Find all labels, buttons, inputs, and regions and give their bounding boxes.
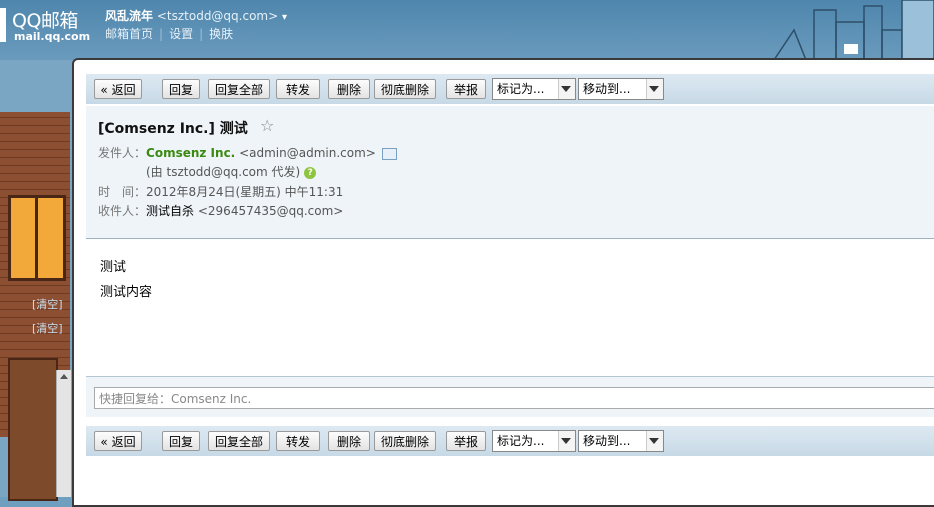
building-door <box>8 358 58 501</box>
to-label: 收件人： <box>98 204 147 218</box>
delete-button[interactable]: 删除 <box>328 79 370 99</box>
message-subject: [Comsenz Inc.] 测试 <box>98 121 248 137</box>
divider: | <box>199 27 204 41</box>
user-email[interactable]: <tsztodd@qq.com> <box>157 9 278 23</box>
contact-card-icon[interactable] <box>381 147 397 160</box>
logo-bar <box>0 8 6 42</box>
recipient-name[interactable]: 测试自杀 <box>146 204 194 218</box>
sender-email: <admin@admin.com> <box>239 146 376 160</box>
chevron-down-icon <box>561 438 571 444</box>
to-row: 收件人：测试自杀 <296457435@qq.com> <box>98 202 343 219</box>
logo-domain: mail.qq.com <box>14 30 91 43</box>
lit-window-icon <box>8 195 66 281</box>
recipient-email: <296457435@qq.com> <box>197 204 344 218</box>
mark-as-label: 标记为... <box>497 434 545 448</box>
toolbar-bottom: « 返回 回复 回复全部 转发 删除 彻底删除 举报 标记为... 移动到... <box>86 426 934 456</box>
chevron-down-icon <box>561 86 571 92</box>
divider: | <box>159 27 164 41</box>
delete-button[interactable]: 删除 <box>328 431 370 451</box>
link-settings[interactable]: 设置 <box>169 27 193 41</box>
back-button[interactable]: « 返回 <box>94 79 142 99</box>
top-links: 邮箱首页 | 设置 | 换肤 <box>105 25 239 42</box>
sender-name[interactable]: Comsenz Inc. <box>146 146 235 160</box>
quick-reply-area: 快捷回复给：Comsenz Inc. <box>86 376 934 417</box>
city-skyline-icon <box>774 0 934 60</box>
chevron-down-icon <box>649 86 659 92</box>
reply-button[interactable]: 回复 <box>162 79 200 99</box>
reply-button[interactable]: 回复 <box>162 431 200 451</box>
chevron-down-icon <box>649 438 659 444</box>
quick-reply-input[interactable]: 快捷回复给：Comsenz Inc. <box>94 387 934 409</box>
clear-trash-link[interactable]: [清空] <box>32 296 63 312</box>
link-mail-home[interactable]: 邮箱首页 <box>105 27 153 41</box>
proxy-note: (由 tsztodd@qq.com 代发) <box>146 165 301 179</box>
link-skin[interactable]: 换肤 <box>209 27 233 41</box>
back-button[interactable]: « 返回 <box>94 431 142 451</box>
message-body-line: 测试内容 <box>100 285 153 300</box>
move-to-label: 移动到... <box>583 82 631 96</box>
from-label: 发件人： <box>98 146 147 160</box>
reply-all-button[interactable]: 回复全部 <box>208 431 270 451</box>
from-row: 发件人：Comsenz Inc. <admin@admin.com> <box>98 144 397 161</box>
user-nickname: 风乱流年 <box>105 9 154 23</box>
user-info: 风乱流年 <tsztodd@qq.com> ▾ <box>105 7 287 24</box>
mark-as-select[interactable]: 标记为... <box>492 78 576 100</box>
move-to-select[interactable]: 移动到... <box>578 78 664 100</box>
message-body-line: 测试 <box>100 260 127 275</box>
scroll-up-icon[interactable] <box>60 374 68 379</box>
mail-read-panel: « 返回 回复 回复全部 转发 删除 彻底删除 举报 标记为... 移动到...… <box>72 58 934 507</box>
forward-button[interactable]: 转发 <box>276 79 320 99</box>
forward-button[interactable]: 转发 <box>276 431 320 451</box>
time-label: 时 间： <box>98 185 147 199</box>
mark-as-select[interactable]: 标记为... <box>492 430 576 452</box>
delete-permanent-button[interactable]: 彻底删除 <box>374 431 436 451</box>
report-button[interactable]: 举报 <box>446 79 486 99</box>
account-dropdown-icon[interactable]: ▾ <box>282 12 287 23</box>
logo-name: QQ邮箱 <box>12 10 78 32</box>
delete-permanent-button[interactable]: 彻底删除 <box>374 79 436 99</box>
help-icon[interactable]: ? <box>304 166 317 179</box>
sidebar-scrollbar[interactable] <box>56 370 71 497</box>
star-icon[interactable]: ☆ <box>260 116 274 135</box>
mark-as-label: 标记为... <box>497 82 545 96</box>
move-to-label: 移动到... <box>583 434 631 448</box>
qq-mail-logo[interactable]: QQ邮箱 mail.qq.com <box>0 6 92 44</box>
time-value: 2012年8月24日(星期五) 中午11:31 <box>146 185 344 199</box>
header: QQ邮箱 mail.qq.com 风乱流年 <tsztodd@qq.com> ▾… <box>0 0 934 60</box>
message-header: [Comsenz Inc.] 测试 ☆ 发件人：Comsenz Inc. <ad… <box>86 106 934 239</box>
move-to-select[interactable]: 移动到... <box>578 430 664 452</box>
clear-spam-link[interactable]: [清空] <box>32 320 63 336</box>
toolbar-top: « 返回 回复 回复全部 转发 删除 彻底删除 举报 标记为... 移动到... <box>86 74 934 104</box>
proxy-row: (由 tsztodd@qq.com 代发)? <box>146 163 317 180</box>
time-row: 时 间：2012年8月24日(星期五) 中午11:31 <box>98 183 343 200</box>
report-button[interactable]: 举报 <box>446 431 486 451</box>
reply-all-button[interactable]: 回复全部 <box>208 79 270 99</box>
